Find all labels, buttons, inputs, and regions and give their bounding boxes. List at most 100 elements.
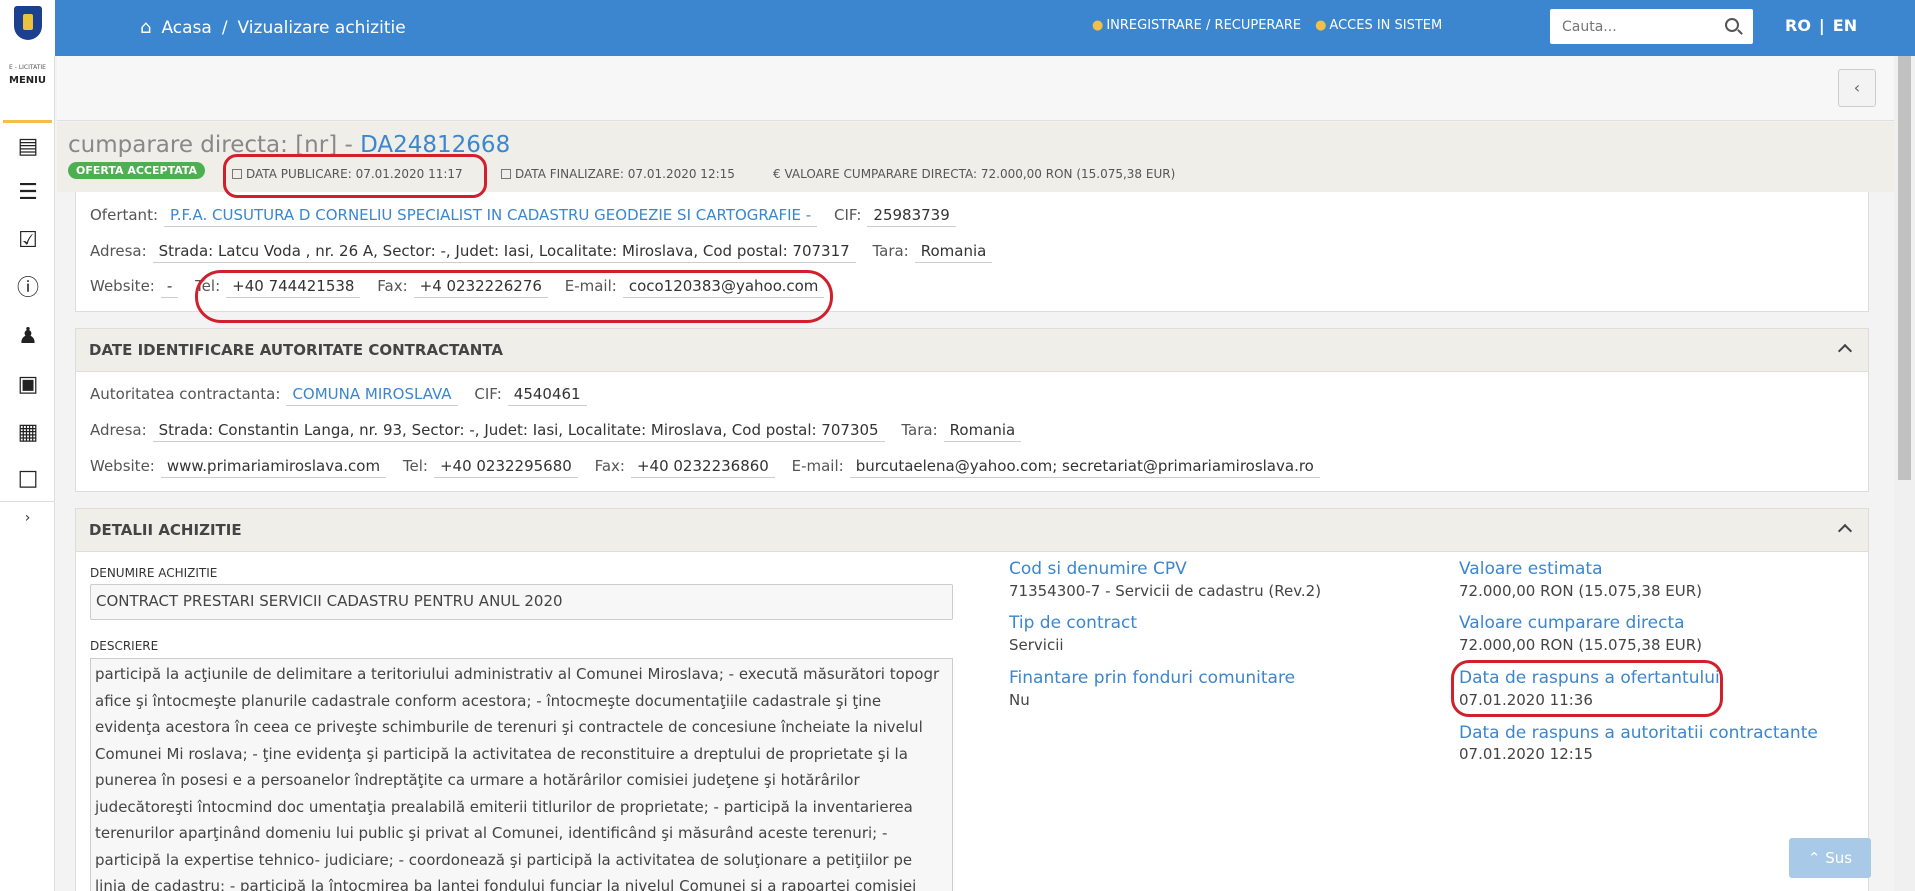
fax-label: Fax: (594, 457, 625, 475)
country-value: Romania (943, 421, 1022, 442)
id-card-icon[interactable]: ▣ (15, 372, 41, 398)
back-button[interactable]: ‹ (1838, 69, 1876, 107)
lang-separator: | (1818, 16, 1825, 35)
search-input[interactable] (1562, 9, 1722, 44)
address-label: Adresa: (90, 242, 147, 260)
search-box (1550, 9, 1753, 44)
authority-address-row: Adresa: Strada: Constantin Langa, nr. 93,… (90, 421, 1033, 442)
authority-contact-row: Website: www.primariamiroslava.com Tel: +4… (90, 457, 1332, 478)
register-link[interactable]: ● INREGISTRARE / RECUPERARE (1092, 18, 1301, 33)
chevron-up-icon[interactable] (1837, 523, 1853, 539)
cpv-value: 71354300-7 - Servicii de cadastru (Rev.2… (1009, 582, 1322, 600)
details-section-title: DETALII ACHIZITIE (89, 521, 242, 539)
sidebar-menu-label[interactable]: MENIU (0, 75, 55, 86)
acquisition-name-field: CONTRACT PRESTARI SERVICII CADASTRU PENT… (90, 584, 953, 620)
address-label: Adresa: (90, 421, 147, 439)
country-label: Tara: (901, 421, 938, 439)
description-label: DESCRIERE (90, 639, 159, 653)
ofertant-row: Ofertant: P.F.A. CUSUTURA D CORNELIU SPEC… (90, 206, 968, 227)
authority-label: Autoritatea contractanta: (90, 385, 281, 403)
user-icon[interactable]: ♟ (15, 324, 41, 350)
country-value: Romania (914, 242, 993, 263)
cif-value: 25983739 (867, 206, 956, 227)
authority-row: Autoritatea contractanta: COMUNA MIROSLAV… (90, 385, 599, 406)
home-icon[interactable]: ⌂ (140, 17, 151, 38)
tel-label: Tel: (402, 457, 428, 475)
details-card-header[interactable]: DETALII ACHIZITIE (76, 509, 1868, 552)
sidebar-brand: E - LICITATIE MENIU (0, 64, 55, 86)
calendar-icon (501, 169, 511, 179)
funding-label: Finantare prin fonduri comunitare (1009, 668, 1296, 688)
register-label: INREGISTRARE / RECUPERARE (1106, 18, 1302, 33)
description-field[interactable]: participă la acţiunile de delimitare a t… (90, 658, 953, 891)
ofertant-name-link[interactable]: P.F.A. CUSUTURA D CORNELIU SPECIALIST IN… (164, 206, 818, 227)
direct-purchase-value: € VALOARE CUMPARARE DIRECTA: 72.000,00 R… (773, 167, 1176, 181)
authority-card-header[interactable]: DATE IDENTIFICARE AUTORITATE CONTRACTANT… (76, 329, 1868, 372)
acquisition-name-label: DENUMIRE ACHIZITIE (90, 566, 218, 580)
back-to-top-button[interactable]: ⌃ Sus (1789, 838, 1871, 878)
list-export-icon[interactable]: ☰ (15, 180, 41, 206)
cif-label: CIF: (834, 206, 862, 224)
page-toolbar (57, 56, 1894, 121)
authority-response-date-label: Data de raspuns a autoritatii contractan… (1459, 723, 1818, 743)
authority-name-link[interactable]: COMUNA MIROSLAVA (286, 385, 458, 406)
sidebar-divider (3, 120, 52, 123)
status-badge: OFERTA ACCEPTATA (68, 162, 206, 179)
purchase-value-label: Valoare cumparare directa (1459, 613, 1685, 633)
contract-type-value: Servicii (1009, 636, 1064, 654)
chat-icon[interactable]: □ (15, 466, 41, 492)
breadcrumb-current: Vizualizare achizitie (237, 17, 406, 38)
finalize-date: DATA FINALIZARE: 07.01.2020 12:15 (501, 167, 735, 181)
contract-type-label: Tip de contract (1009, 613, 1138, 633)
chevron-up-icon[interactable] (1837, 343, 1853, 359)
top-navbar: ⌂ Acasa / Vizualizare achizitie ● INREGIS… (0, 0, 1915, 56)
ofertant-label: Ofertant: (90, 206, 158, 224)
email-value: burcutaelena@yahoo.com; secretariat@prim… (849, 457, 1320, 478)
login-link[interactable]: ● ACCES IN SISTEM (1315, 18, 1442, 33)
document-icon[interactable]: ▤ (15, 134, 41, 160)
breadcrumb-home-link[interactable]: Acasa (161, 18, 211, 38)
authority-card: DATE IDENTIFICARE AUTORITATE CONTRACTANT… (75, 328, 1869, 492)
email-label: E-mail: (791, 457, 844, 475)
funding-value: Nu (1009, 691, 1030, 709)
annotation-highlight (1451, 660, 1723, 717)
sidebar-expand-button[interactable]: › (0, 501, 55, 535)
authority-response-date: 07.01.2020 12:15 (1459, 745, 1593, 763)
website-value: - (160, 277, 179, 298)
search-icon[interactable] (1725, 18, 1739, 32)
cif-label: CIF: (474, 385, 502, 403)
annotation-highlight (223, 154, 487, 198)
annotation-highlight (195, 270, 833, 323)
lang-ro-link[interactable]: RO (1785, 16, 1811, 35)
lang-en-link[interactable]: EN (1833, 16, 1857, 35)
clipboard-check-icon[interactable]: ☑ (15, 228, 41, 254)
cif-value: 4540461 (507, 385, 587, 406)
website-value: www.primariamiroslava.com (160, 457, 387, 478)
site-logo[interactable] (0, 0, 55, 56)
ofertant-address-row: Adresa: Strada: Latcu Voda , nr. 26 A, Se… (90, 242, 1004, 263)
lock-icon: ● (1092, 18, 1104, 33)
lock-icon: ● (1315, 18, 1327, 33)
address-value: Strada: Latcu Voda , nr. 26 A, Sector: -… (152, 242, 856, 263)
scrollbar-thumb[interactable] (1898, 56, 1911, 480)
tel-value: +40 0232295680 (433, 457, 578, 478)
help-icon[interactable]: ⓘ (15, 276, 41, 302)
auth-links: ● INREGISTRARE / RECUPERARE ● ACCES IN SIS… (1092, 18, 1442, 33)
cpv-label: Cod si denumire CPV (1009, 559, 1187, 579)
sidebar-brand-small: E - LICITATIE (9, 64, 46, 71)
back-to-top-label: Sus (1825, 849, 1853, 867)
website-label: Website: (90, 457, 155, 475)
page-scrollbar[interactable] (1894, 56, 1915, 891)
estimated-value: 72.000,00 RON (15.075,38 EUR) (1459, 582, 1703, 600)
sidebar: E - LICITATIE MENIU ▤ ☰ ☑ ⓘ ♟ ▣ ▦ □ › (0, 56, 55, 891)
purchase-value: 72.000,00 RON (15.075,38 EUR) (1459, 636, 1703, 654)
estimated-value-label: Valoare estimata (1459, 559, 1603, 579)
chevron-up-icon: ⌃ (1807, 849, 1826, 867)
country-label: Tara: (872, 242, 909, 260)
grid-icon[interactable]: ▦ (15, 420, 41, 446)
finalize-date-text: DATA FINALIZARE: 07.01.2020 12:15 (515, 167, 735, 181)
breadcrumb: ⌂ Acasa / Vizualizare achizitie (140, 17, 406, 38)
language-switcher: RO | EN (1785, 16, 1857, 35)
logo-shield-icon (14, 6, 42, 40)
fax-value: +40 0232236860 (630, 457, 775, 478)
